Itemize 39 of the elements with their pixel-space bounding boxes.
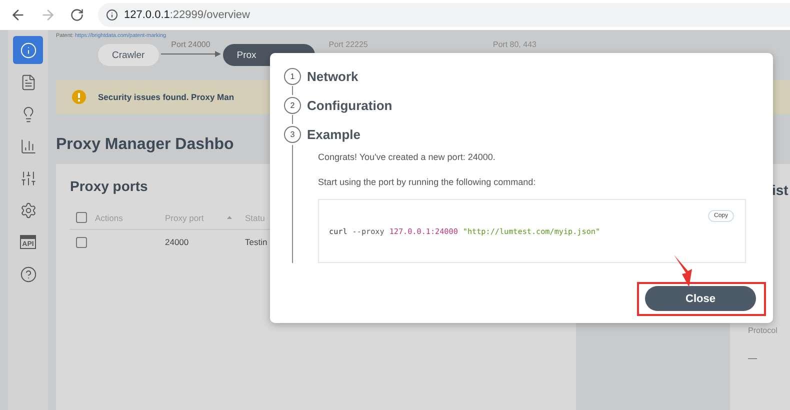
warning-icon — [72, 90, 86, 104]
step-number: 2 — [284, 96, 301, 114]
checkbox[interactable] — [76, 236, 87, 248]
url-host: 127.0.0.1 — [124, 9, 170, 21]
arrow-icon — [160, 51, 221, 57]
checkbox[interactable] — [76, 212, 87, 223]
url-path: :22999/overview — [170, 9, 250, 21]
column-header: Actions — [95, 212, 124, 222]
step-title: Network — [307, 68, 358, 84]
address-bar[interactable]: 127.0.0.1:22999/overview — [98, 3, 790, 27]
step-title: Example — [307, 126, 360, 142]
reload-icon[interactable] — [70, 8, 84, 22]
table-cell-text: Testin — [245, 237, 268, 247]
field-value: — — [748, 353, 758, 363]
settings-icon — [20, 202, 36, 218]
warning-text: Security issues found. Proxy Man — [98, 92, 234, 102]
step-number: 1 — [284, 68, 301, 84]
port-label: Port 22225 — [328, 40, 368, 49]
instruction-text: Start using the port by running the following command: — [318, 177, 537, 187]
table-cell-text: 24000 — [165, 237, 190, 247]
message-text: Congrats! You've created a new port: 24000. — [318, 152, 496, 162]
sidebar-item[interactable] — [13, 36, 43, 64]
column-header: Proxy port — [165, 212, 205, 222]
help-icon — [20, 266, 36, 282]
sort-icon — [227, 216, 232, 219]
page-title: Proxy Manager Dashbo — [56, 136, 234, 154]
step-title: Configuration — [307, 98, 392, 112]
port-label: Port 80, 443 — [492, 40, 536, 49]
card-title: Proxy ports — [70, 178, 148, 194]
field-label: Protocol — [748, 326, 778, 335]
back-icon[interactable] — [10, 7, 26, 23]
info-icon — [106, 9, 118, 21]
edge-label: Port 24000 — [171, 40, 210, 49]
column-header: Statu — [245, 212, 266, 222]
close-button[interactable]: Close — [645, 286, 756, 311]
flow-node: Crawler — [98, 44, 159, 66]
step-number: 3 — [284, 126, 301, 142]
card-title: ist — [772, 182, 788, 198]
info-icon — [20, 42, 36, 58]
